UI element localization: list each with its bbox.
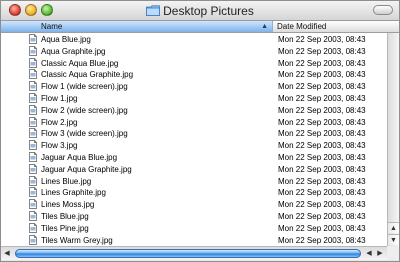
jpeg-document-icon xyxy=(29,45,37,56)
jpeg-document-icon xyxy=(29,140,37,151)
sort-ascending-icon: ▲ xyxy=(261,23,268,30)
jpeg-document-icon xyxy=(29,199,37,210)
name-column-label: Name xyxy=(41,22,63,31)
jpeg-document-icon xyxy=(29,234,37,245)
title-bar[interactable]: Desktop Pictures xyxy=(1,1,399,21)
jpeg-document-icon xyxy=(29,128,37,139)
jpeg-document-icon xyxy=(29,175,37,186)
jpeg-document-icon xyxy=(29,116,37,127)
column-header-bar: Name ▲ Date Modified xyxy=(1,21,399,33)
jpeg-document-icon xyxy=(29,152,37,162)
jpeg-document-icon xyxy=(29,222,37,233)
date-modified-column-header[interactable]: Date Modified xyxy=(277,21,326,32)
window-title: Desktop Pictures xyxy=(163,4,254,18)
file-date-modified: Mon 22 Sep 2003, 08:43 xyxy=(278,235,366,245)
jpeg-document-icon xyxy=(29,211,37,221)
jpeg-document-icon xyxy=(29,81,37,92)
folder-icon xyxy=(146,2,161,16)
jpeg-document-icon xyxy=(29,69,37,80)
scroll-down-arrow-icon[interactable]: ▼ xyxy=(388,234,399,245)
jpeg-document-icon xyxy=(29,163,37,174)
name-column-header[interactable]: Name ▲ xyxy=(1,21,273,32)
window-title-area: Desktop Pictures xyxy=(1,1,399,21)
scroll-left-arrow-icon[interactable]: ◀ xyxy=(1,247,13,260)
file-name: Tiles Warm Grey.jpg xyxy=(41,235,113,245)
scroll-right-arrow-icon[interactable]: ▶ xyxy=(374,247,386,260)
scroll-up-arrow-icon[interactable]: ▲ xyxy=(388,222,399,233)
file-list: Aqua Blue.jpg Mon 22 Sep 2003, 08:43 Aqua … xyxy=(1,33,387,246)
toolbar-toggle-button[interactable] xyxy=(373,5,393,15)
vertical-scrollbar[interactable]: ▲ ▼ xyxy=(387,33,399,246)
file-row[interactable]: Tiles Warm Grey.jpg Mon 22 Sep 2003, 08:4… xyxy=(1,234,387,247)
jpeg-document-icon xyxy=(29,104,37,115)
jpeg-document-icon xyxy=(29,57,37,68)
horizontal-scroll-thumb[interactable] xyxy=(15,249,361,258)
jpeg-document-icon xyxy=(29,187,37,198)
resize-handle[interactable] xyxy=(387,246,399,260)
finder-window: Desktop Pictures Name ▲ Date Modified Aq… xyxy=(0,0,400,262)
jpeg-document-icon xyxy=(29,93,37,103)
horizontal-scrollbar[interactable]: ◀ ◀ ▶ xyxy=(1,246,387,260)
jpeg-document-icon xyxy=(29,34,37,44)
